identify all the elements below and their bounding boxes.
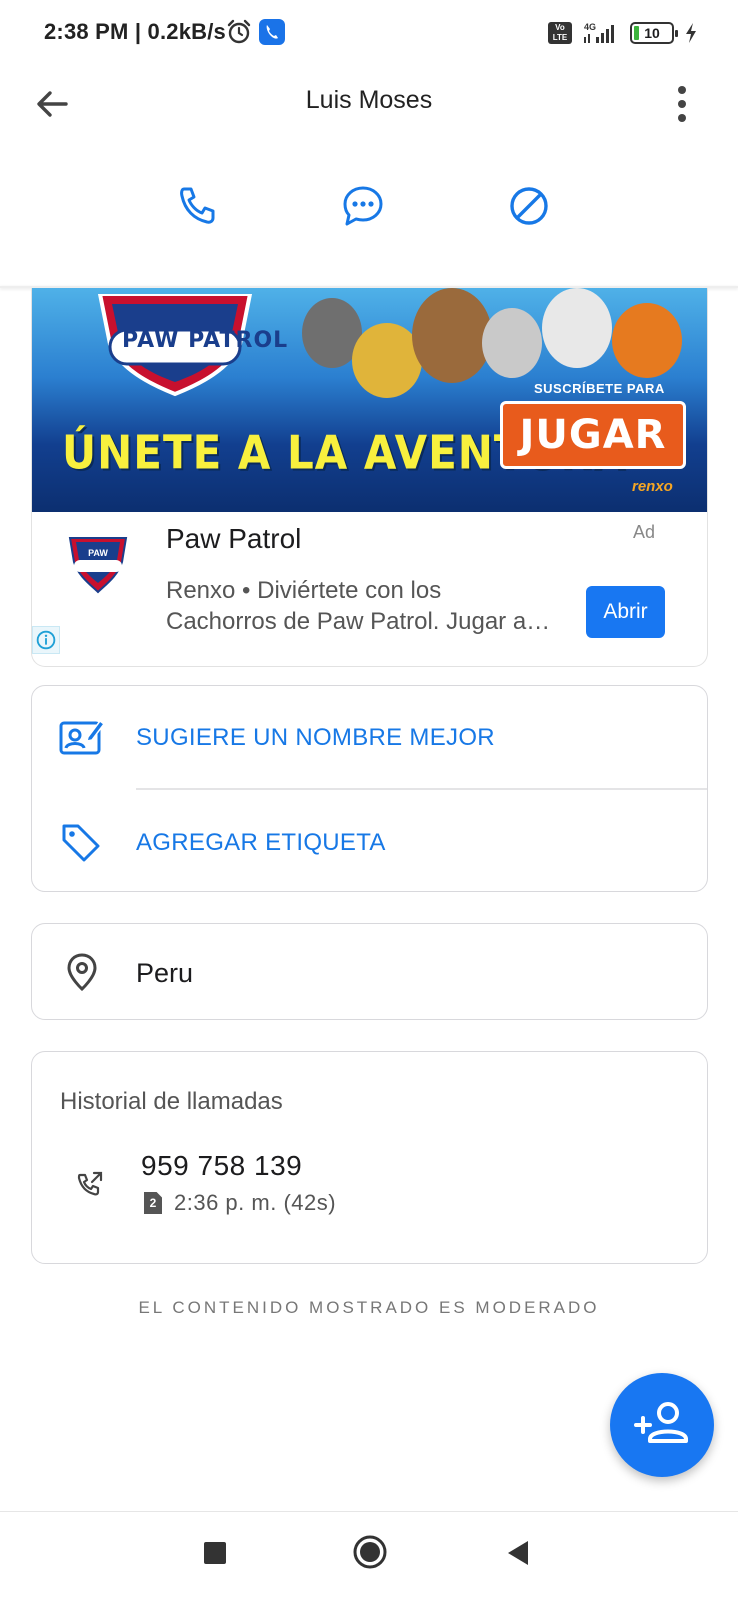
status-indicators: Vo LTE 4G 10: [548, 20, 698, 46]
phone-icon[interactable]: [176, 184, 220, 228]
ad-label: Ad: [633, 522, 656, 542]
location-country: Peru: [136, 958, 194, 988]
ad-open-button[interactable]: Abrir: [586, 586, 665, 638]
ad-banner-image[interactable]: PAW PATROL ÚNETE A LA AVENTURA SUSCRÍBET…: [32, 288, 707, 512]
banner-logo-text: PAW PATROL: [122, 328, 289, 353]
ad-card[interactable]: PAW PATROL ÚNETE A LA AVENTURA SUSCRÍBET…: [31, 288, 708, 667]
add-contact-button[interactable]: [610, 1373, 714, 1477]
ad-app-logo: PAW: [68, 537, 128, 594]
signal-icon: 4G: [584, 22, 614, 43]
status-time-speed: 2:38 PM | 0.2kB/s: [44, 19, 226, 44]
more-options-icon[interactable]: [678, 82, 714, 126]
alarm-icon: [227, 19, 251, 44]
banner-brand: renxo: [632, 478, 673, 495]
tag-icon: [62, 824, 100, 862]
edit-contact-card-icon: [59, 719, 104, 755]
svg-text:PAW: PAW: [88, 548, 108, 558]
call-number: 959 758 139: [141, 1150, 303, 1181]
add-person-icon: [634, 1402, 688, 1443]
pup-marshall: [542, 288, 612, 368]
options-card: SUGIERE UN NOMBRE MEJOR AGREGAR ETIQUETA: [31, 685, 708, 892]
ad-description: Renxo • Diviértete con los Cachorros de …: [166, 575, 586, 637]
message-icon[interactable]: [341, 184, 385, 228]
call-history-entry[interactable]: [32, 1138, 709, 1228]
system-nav-bar: [0, 1511, 738, 1600]
add-tag-row[interactable]: AGREGAR ETIQUETA: [32, 790, 709, 892]
battery-level: 10: [644, 25, 660, 41]
nav-back-icon[interactable]: [506, 1540, 530, 1566]
pup-character: [482, 308, 542, 378]
call-history-card: Historial de llamadas 959 758 139 2 2:36…: [31, 1051, 708, 1264]
banner-cta-caption: SUSCRÍBETE PARA: [534, 381, 665, 396]
ad-description-line2: Cachorros de Paw Patrol. Jugar a…: [166, 608, 551, 635]
status-bar: 2:38 PM | 0.2kB/s Vo LTE 4G 10: [0, 0, 738, 64]
contact-name: Luis Moses: [305, 86, 433, 114]
location-card: Peru: [31, 923, 708, 1020]
call-time: 2:36 p. m. (42s): [174, 1190, 337, 1215]
moderated-content-note: EL CONTENIDO MOSTRADO ES MODERADO: [138, 1298, 600, 1317]
sim-icon: 2: [144, 1192, 162, 1214]
location-pin-icon: [67, 953, 97, 992]
charging-icon: [686, 23, 696, 43]
home-icon[interactable]: [352, 1534, 388, 1570]
pup-chase: [412, 288, 492, 383]
recent-apps-icon[interactable]: [204, 1542, 226, 1564]
call-notification-icon: [259, 19, 285, 45]
ad-title[interactable]: Paw Patrol: [166, 523, 301, 555]
block-icon[interactable]: [507, 184, 551, 228]
svg-text:4G: 4G: [584, 22, 596, 32]
suggest-name-label: SUGIERE UN NOMBRE MEJOR: [136, 724, 495, 751]
banner-cta-button[interactable]: JUGAR: [500, 401, 686, 469]
add-tag-label: AGREGAR ETIQUETA: [136, 829, 386, 856]
suggest-name-row[interactable]: SUGIERE UN NOMBRE MEJOR: [32, 686, 709, 788]
ad-info-icon[interactable]: [32, 626, 60, 654]
volte-icon: Vo LTE: [548, 22, 572, 44]
ad-description-line1: Renxo • Diviértete con los: [166, 577, 442, 604]
battery-icon: 10: [630, 22, 678, 44]
call-history-title: Historial de llamadas: [60, 1088, 283, 1115]
pup-zuma: [612, 303, 682, 378]
